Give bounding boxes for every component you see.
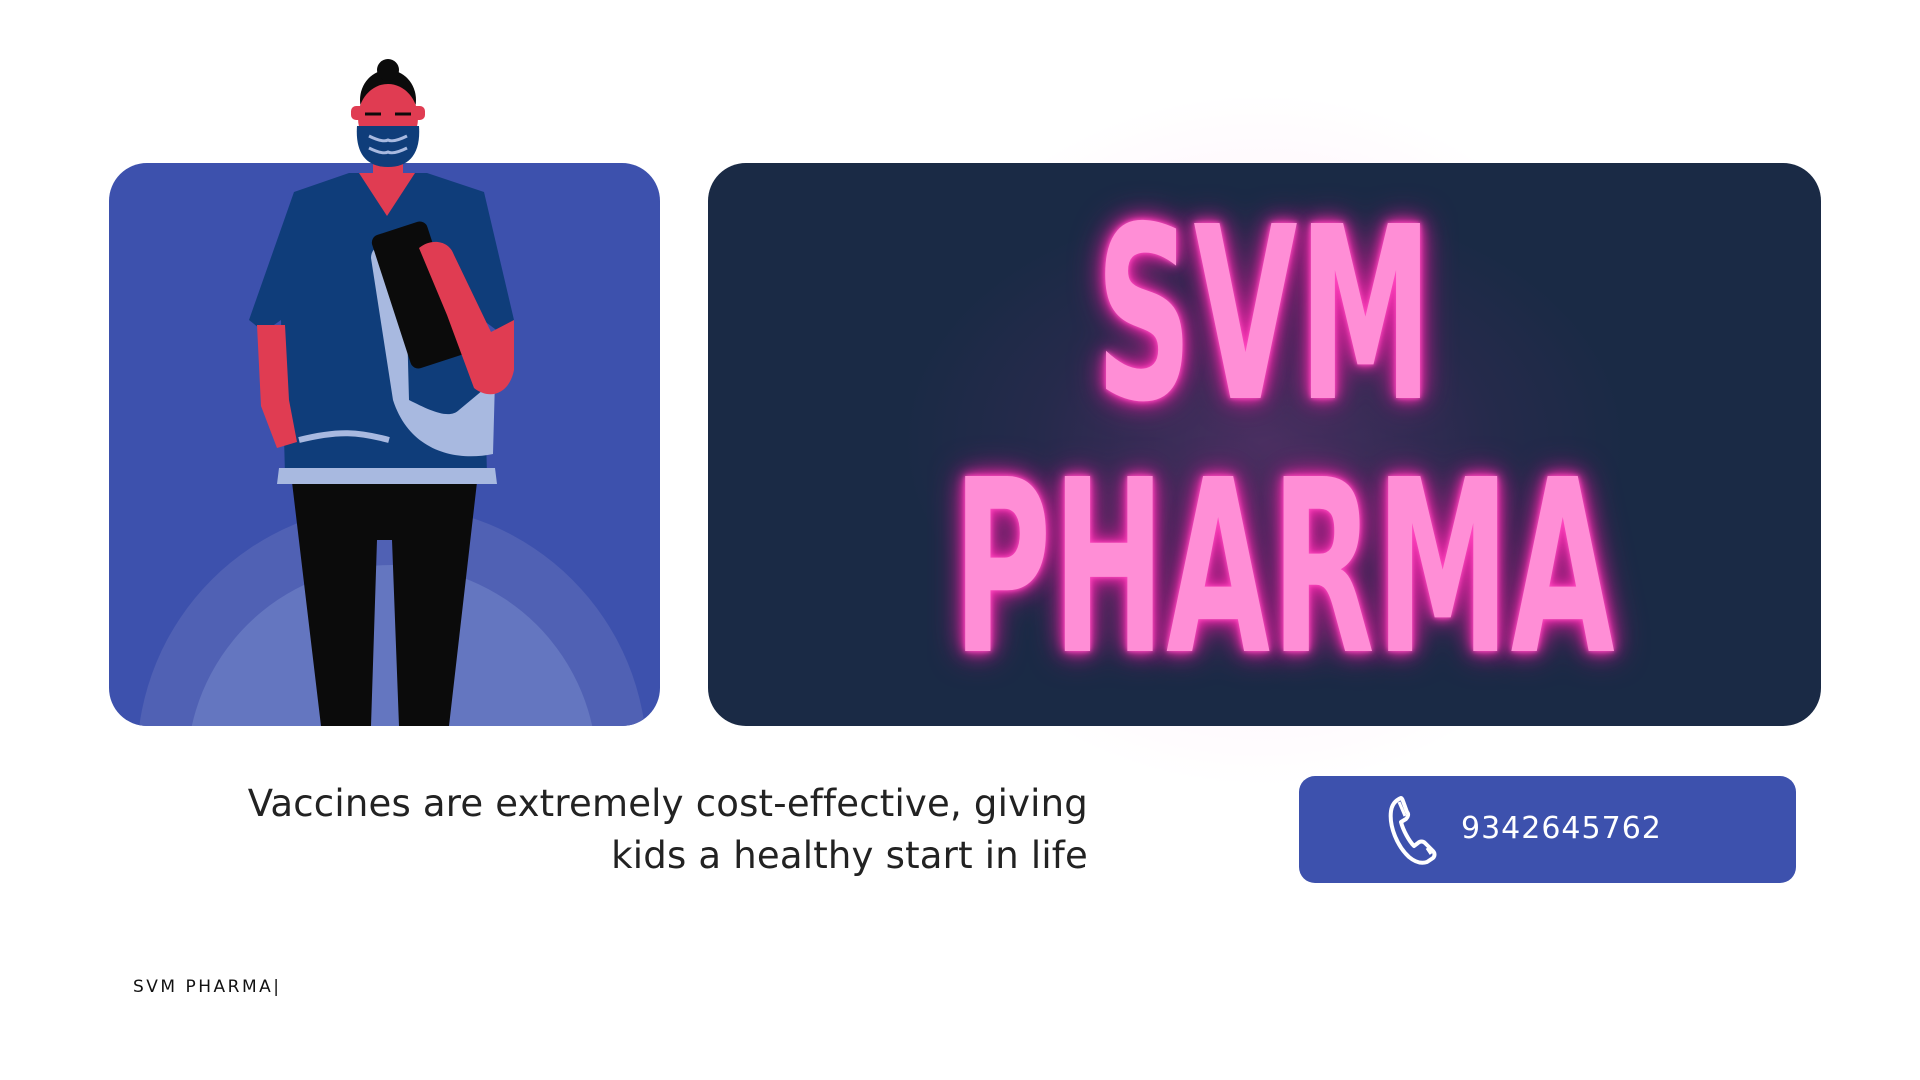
page: SVM PHARMA Vaccines are extremely cost-e… [0,0,1920,1080]
footer-brand: SVM PHARMA| [133,977,282,997]
nurse-head [351,59,425,167]
tagline-line-2: kids a healthy start in life [611,834,1088,877]
brand-neon-card: SVM PHARMA [708,163,1821,726]
nurse-illustration [137,59,647,726]
phone-number[interactable]: 9342645762 [1461,809,1662,849]
brand-title-line-2: PHARMA [952,428,1616,708]
tagline-line-1: Vaccines are extremely cost-effective, g… [247,782,1088,825]
brand-title-line-1: SVM [1095,175,1434,455]
bg-circle-inner [187,565,597,726]
phone-icon [1388,796,1437,865]
face-mask-icon [356,126,420,167]
phone-contact-button[interactable]: 9342645762 [1299,776,1796,883]
tagline: Vaccines are extremely cost-effective, g… [200,778,1088,882]
